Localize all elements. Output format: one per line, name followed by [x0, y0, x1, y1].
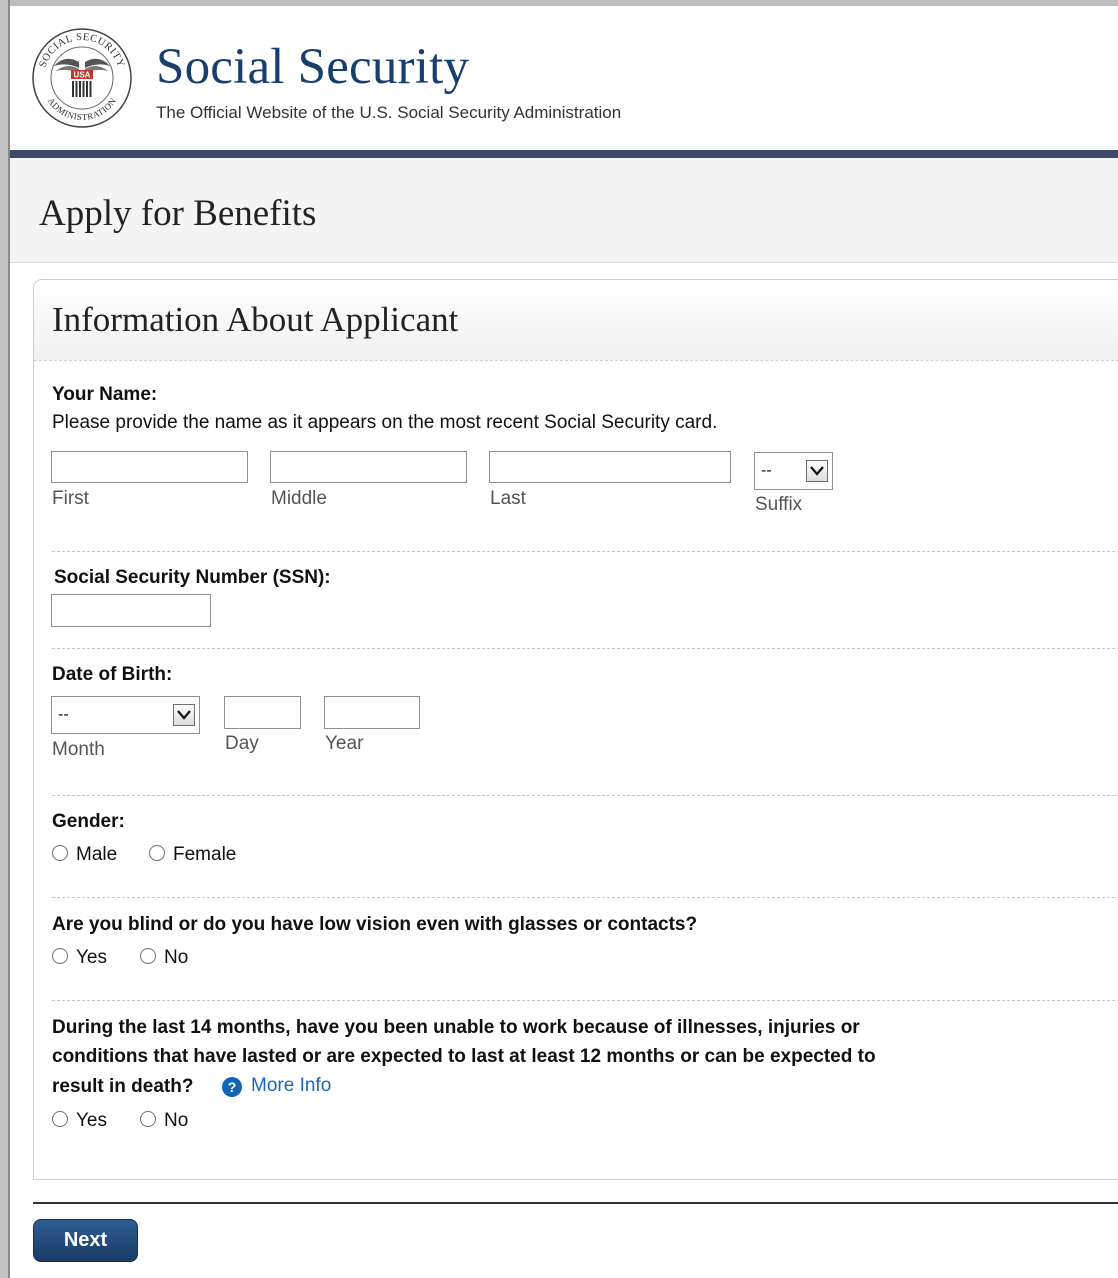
header-divider-bar: [10, 150, 1118, 158]
ssa-seal-logo[interactable]: SOCIAL SECURITY ADMINISTRATION USA: [32, 28, 132, 128]
name-label: Your Name:: [52, 384, 158, 405]
gender-female-label[interactable]: Female: [173, 844, 236, 866]
first-name-input[interactable]: [51, 451, 248, 483]
month-selected-value: --: [58, 706, 69, 723]
name-instructions: Please provide the name as it appears on…: [52, 412, 718, 433]
section-divider: [52, 795, 1118, 796]
section-title: Information About Applicant: [52, 300, 459, 339]
month-caption: Month: [52, 739, 105, 760]
ssn-input[interactable]: [51, 594, 211, 627]
middle-name-caption: Middle: [271, 488, 327, 509]
section-divider: [52, 897, 1118, 898]
day-caption: Day: [225, 733, 259, 754]
year-caption: Year: [325, 733, 364, 754]
ssn-label: Social Security Number (SSN):: [54, 567, 331, 588]
gender-female-radio[interactable]: [149, 845, 165, 861]
gender-male-label[interactable]: Male: [76, 844, 117, 866]
blind-yes-radio[interactable]: [52, 948, 68, 964]
gender-label: Gender:: [52, 811, 125, 832]
section-divider: [52, 648, 1118, 649]
birth-day-input[interactable]: [224, 696, 301, 729]
last-name-input[interactable]: [489, 451, 731, 483]
disability-no-label[interactable]: No: [164, 1110, 188, 1132]
suffix-selected-value: --: [761, 462, 772, 479]
suffix-caption: Suffix: [755, 494, 803, 515]
app: SOCIAL SECURITY ADMINISTRATION USA Socia…: [10, 6, 1118, 1278]
disability-question-line-2: conditions that have lasted or are expec…: [52, 1046, 876, 1067]
more-info-link[interactable]: More Info: [251, 1075, 331, 1097]
disability-question-line-1: During the last 14 months, have you been…: [52, 1017, 860, 1038]
birth-month-select[interactable]: --: [51, 696, 200, 734]
disability-question-line-3: result in death?: [52, 1076, 194, 1097]
site-title[interactable]: Social Security: [156, 38, 469, 96]
disability-yes-radio[interactable]: [52, 1111, 68, 1127]
site-header: SOCIAL SECURITY ADMINISTRATION USA Socia…: [10, 6, 1118, 150]
page-title-band: Apply for Benefits: [10, 158, 1118, 263]
chevron-down-icon[interactable]: [173, 704, 195, 726]
card-header: Information About Applicant: [34, 280, 1118, 361]
first-name-caption: First: [52, 488, 89, 509]
disability-no-radio[interactable]: [140, 1111, 156, 1127]
blind-yes-label[interactable]: Yes: [76, 947, 107, 969]
svg-text:USA: USA: [74, 71, 91, 80]
gender-male-radio[interactable]: [52, 845, 68, 861]
suffix-select[interactable]: --: [754, 452, 833, 490]
last-name-caption: Last: [490, 488, 526, 509]
blind-no-label[interactable]: No: [164, 947, 188, 969]
disability-yes-label[interactable]: Yes: [76, 1110, 107, 1132]
dob-label: Date of Birth:: [52, 664, 173, 685]
site-tagline: The Official Website of the U.S. Social …: [156, 103, 622, 122]
help-circle-icon[interactable]: ?: [222, 1077, 242, 1097]
section-divider: [52, 1000, 1118, 1001]
section-divider: [52, 551, 1118, 552]
middle-name-input[interactable]: [270, 451, 467, 483]
birth-year-input[interactable]: [324, 696, 420, 729]
applicant-info-card: Information About Applicant Your Name: P…: [33, 279, 1118, 1180]
footer-rule: [33, 1202, 1118, 1204]
blind-no-radio[interactable]: [140, 948, 156, 964]
next-button[interactable]: Next: [33, 1219, 138, 1262]
page-title: Apply for Benefits: [39, 193, 317, 234]
blind-question: Are you blind or do you have low vision …: [52, 914, 698, 935]
chevron-down-icon[interactable]: [806, 460, 828, 482]
